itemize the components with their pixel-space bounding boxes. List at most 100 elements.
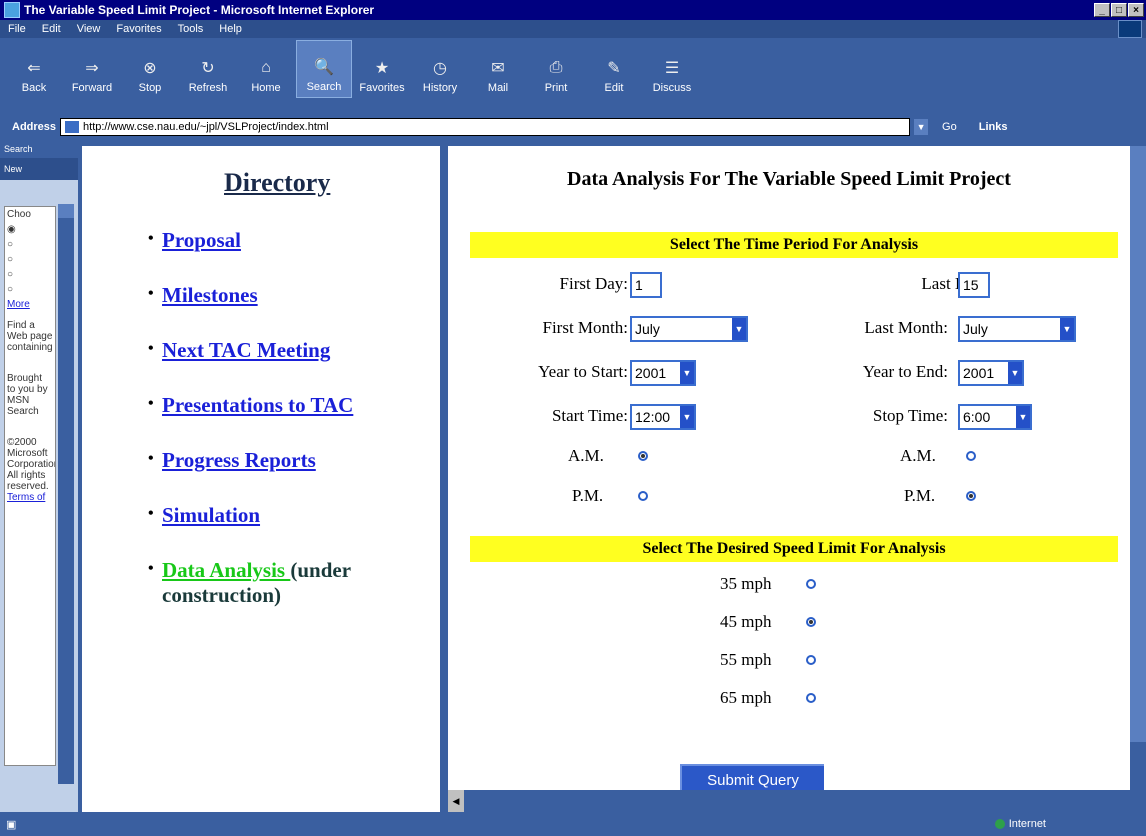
brought-text: Brought to you by MSN Search [7, 373, 48, 417]
toolbar: ⇐ Back ⇒ Forward ⊗ Stop ↻ Refresh ⌂ Home 🔍 Sea… [0, 38, 1146, 98]
data-analysis-link[interactable]: Data Analysis [162, 558, 290, 582]
links-button[interactable]: Links [979, 121, 1008, 133]
first-month-select[interactable]: July ▼ [630, 316, 748, 342]
search-icon: 🔍 [314, 59, 334, 76]
start-am-radio[interactable] [638, 451, 648, 461]
simulation-link[interactable]: Simulation [162, 503, 260, 527]
security-zone: Internet [994, 818, 1046, 830]
print-button[interactable]: ⎙ Print [528, 40, 584, 98]
history-icon: ◷ [433, 60, 447, 77]
history-button[interactable]: ◷ History [412, 40, 468, 98]
mail-icon: ✉ [491, 60, 505, 77]
list-item: Next TAC Meeting [148, 338, 402, 363]
stop-pm-label: P.M. [904, 486, 936, 505]
find-text: Find a Web page containing [7, 320, 53, 353]
analysis-frame: Data Analysis For The Variable Speed Lim… [448, 146, 1130, 794]
minimize-button[interactable]: _ [1094, 3, 1110, 17]
menu-bar: File Edit View Favorites Tools Help [0, 20, 1146, 38]
speed-limit-header: Select The Desired Speed Limit For Analy… [470, 536, 1118, 562]
search-new-button[interactable]: New [0, 158, 78, 180]
search-pane-scrollbar[interactable] [58, 204, 74, 784]
first-day-input[interactable]: 1 [630, 272, 662, 298]
presentations-link[interactable]: Presentations to TAC [162, 393, 353, 417]
start-time-label: Start Time: [551, 406, 628, 425]
content-horizontal-scrollbar[interactable]: ◀ [448, 790, 1146, 812]
search-option-radio[interactable]: ○ [7, 284, 53, 295]
status-page-icon: ▣ [6, 818, 17, 831]
frame-divider[interactable] [440, 146, 448, 812]
list-item: Proposal [148, 228, 402, 253]
speed-55-radio[interactable] [806, 655, 816, 665]
menu-help[interactable]: Help [219, 23, 242, 35]
forward-button[interactable]: ⇒ Forward [64, 40, 120, 98]
last-day-input[interactable]: 15 [958, 272, 990, 298]
year-end-select[interactable]: 2001 ▼ [958, 360, 1024, 386]
list-item: Progress Reports [148, 448, 402, 473]
stop-time-select[interactable]: 6:00 ▼ [958, 404, 1032, 430]
menu-view[interactable]: View [77, 23, 101, 35]
directory-title: Directory [224, 168, 331, 197]
directory-list: Proposal Milestones Next TAC Meeting Pre… [148, 228, 402, 638]
search-option-radio[interactable]: ○ [7, 269, 53, 280]
search-pane: Search New Choo ◉ ○ ○ ○ ○ More Find a We… [0, 140, 78, 812]
dropdown-arrow-icon: ▼ [1060, 318, 1074, 340]
discuss-button[interactable]: ☰ Discuss [644, 40, 700, 98]
menu-edit[interactable]: Edit [42, 23, 61, 35]
speed-65-radio[interactable] [806, 693, 816, 703]
milestones-link[interactable]: Milestones [162, 283, 258, 307]
search-button[interactable]: 🔍 Search [296, 40, 352, 98]
dropdown-arrow-icon: ▼ [732, 318, 746, 340]
title-bar: The Variable Speed Limit Project - Micro… [0, 0, 1146, 20]
start-pm-radio[interactable] [638, 491, 648, 501]
go-button[interactable]: Go [942, 121, 957, 133]
favorites-button[interactable]: ★ Favorites [354, 40, 410, 98]
print-icon: ⎙ [549, 59, 563, 76]
address-url: http://www.cse.nau.edu/~jpl/VSLProject/i… [83, 121, 329, 133]
search-option-radio[interactable]: ○ [7, 254, 53, 265]
speed-35-label: 35 mph [720, 574, 772, 593]
address-dropdown-button[interactable]: ▼ [914, 119, 929, 135]
year-start-label: Year to Start: [538, 362, 628, 381]
list-item: Simulation [148, 503, 402, 528]
more-link[interactable]: More [7, 299, 53, 310]
maximize-button[interactable]: □ [1111, 3, 1127, 17]
page-title: Data Analysis For The Variable Speed Lim… [567, 168, 1011, 190]
search-pane-header: Search [0, 140, 78, 158]
dropdown-arrow-icon: ▼ [1016, 406, 1030, 428]
speed-55-label: 55 mph [720, 650, 772, 669]
stop-button[interactable]: ⊗ Stop [122, 40, 178, 98]
list-item: Data Analysis (under construction) [148, 558, 402, 608]
back-button[interactable]: ⇐ Back [6, 40, 62, 98]
year-start-select[interactable]: 2001 ▼ [630, 360, 696, 386]
first-month-label: First Month: [542, 318, 629, 337]
stop-time-label: Stop Time: [872, 406, 948, 425]
start-time-select[interactable]: 12:00 ▼ [630, 404, 696, 430]
menu-favorites[interactable]: Favorites [116, 23, 161, 35]
address-input[interactable]: http://www.cse.nau.edu/~jpl/VSLProject/i… [60, 118, 911, 136]
last-month-select[interactable]: July ▼ [958, 316, 1076, 342]
speed-45-label: 45 mph [720, 612, 772, 631]
stop-pm-radio[interactable] [966, 491, 976, 501]
stop-am-radio[interactable] [966, 451, 976, 461]
edit-button[interactable]: ✎ Edit [586, 40, 642, 98]
windows-logo-icon [1118, 20, 1142, 38]
next-tac-meeting-link[interactable]: Next TAC Meeting [162, 338, 330, 362]
proposal-link[interactable]: Proposal [162, 228, 241, 252]
copyright-text: ©2000 Microsoft Corporation. All rights … [7, 437, 55, 492]
search-option-radio[interactable]: ◉ [7, 224, 53, 235]
search-option-radio[interactable]: ○ [7, 239, 53, 250]
speed-35-radio[interactable] [806, 579, 816, 589]
home-button[interactable]: ⌂ Home [238, 40, 294, 98]
menu-file[interactable]: File [8, 23, 26, 35]
choose-label: Choo [7, 209, 31, 220]
terms-link[interactable]: Terms of [7, 492, 53, 503]
speed-45-radio[interactable] [806, 617, 816, 627]
dropdown-arrow-icon: ▼ [680, 362, 694, 384]
progress-reports-link[interactable]: Progress Reports [162, 448, 316, 472]
mail-button[interactable]: ✉ Mail [470, 40, 526, 98]
refresh-button[interactable]: ↻ Refresh [180, 40, 236, 98]
back-arrow-icon: ⇐ [27, 60, 41, 77]
close-button[interactable]: × [1128, 3, 1144, 17]
content-vertical-scrollbar[interactable] [1130, 146, 1146, 790]
menu-tools[interactable]: Tools [178, 23, 204, 35]
